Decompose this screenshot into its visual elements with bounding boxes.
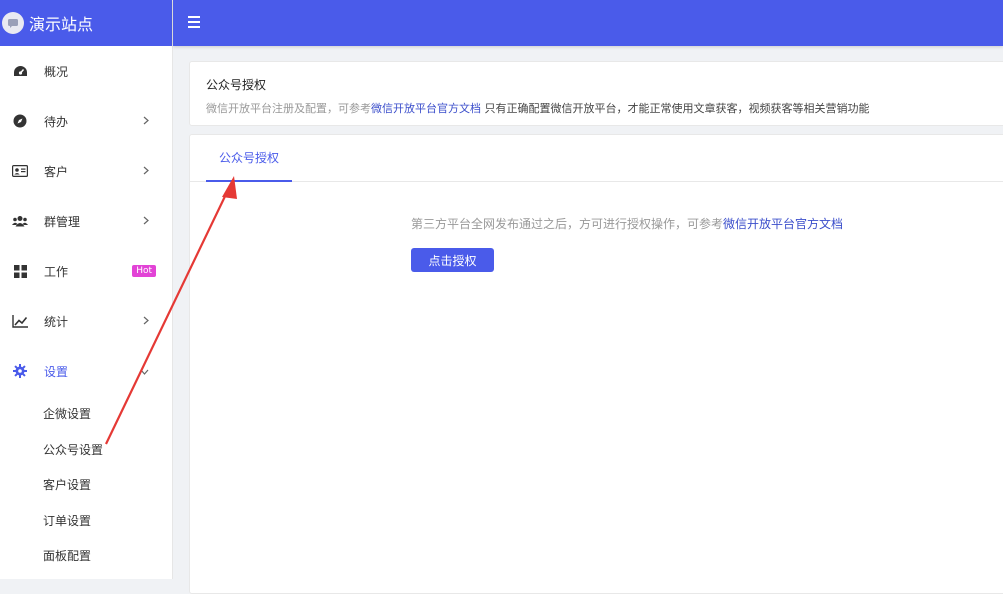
dashboard-icon	[12, 63, 28, 79]
sidebar-item-label: 设置	[44, 364, 69, 379]
sidebar-item-label: 客户	[44, 164, 69, 179]
brand-logo-icon	[2, 12, 24, 34]
id-card-icon	[12, 163, 28, 179]
chevron-right-icon	[143, 314, 149, 328]
brand-title: 演示站点	[29, 15, 94, 34]
chevron-right-icon	[143, 164, 149, 178]
tab-bar: 公众号授权	[190, 135, 1003, 182]
chevron-right-icon	[143, 114, 149, 128]
sidebar-item-settings[interactable]: 设置	[0, 346, 172, 396]
submenu-item-wecom-settings[interactable]: 企微设置	[0, 396, 172, 432]
hint-text: 第三方平台全网发布通过之后，方可进行授权操作，可参考	[411, 217, 724, 231]
submenu-item-panel-config[interactable]: 面板配置	[0, 538, 172, 574]
submenu-item-order-settings[interactable]: 订单设置	[0, 503, 172, 539]
compass-icon	[12, 113, 28, 129]
authorization-panel: 公众号授权 第三方平台全网发布通过之后，方可进行授权操作，可参考微信开放平台官方…	[189, 134, 1003, 594]
submenu-item-official-account-settings[interactable]: 公众号设置	[0, 432, 172, 468]
sidebar: 演示站点 概况 待办 客户 群管理 工作 Hot 统计 设置 企微设置 公众号设…	[0, 0, 173, 579]
notice-description: 微信开放平台注册及配置，可参考微信开放平台官方文档 只有正确配置微信开放平台，才…	[206, 100, 1003, 116]
authorization-hint: 第三方平台全网发布通过之后，方可进行授权操作，可参考微信开放平台官方文档	[411, 215, 843, 232]
sidebar-item-label: 统计	[44, 314, 69, 329]
sidebar-item-label: 群管理	[44, 214, 81, 229]
hot-badge: Hot	[132, 265, 156, 277]
notice-title: 公众号授权	[206, 78, 267, 92]
chevron-right-icon	[143, 214, 149, 228]
sidebar-item-todo[interactable]: 待办	[0, 96, 172, 146]
wechat-open-platform-doc-link[interactable]: 微信开放平台官方文档	[371, 102, 481, 115]
settings-submenu: 企微设置 公众号设置 客户设置 订单设置 面板配置	[0, 396, 172, 574]
chart-line-icon	[12, 313, 28, 329]
sidebar-item-group-management[interactable]: 群管理	[0, 196, 172, 246]
sidebar-item-overview[interactable]: 概况	[0, 46, 172, 96]
sidebar-item-label: 工作	[44, 264, 69, 279]
notice-desc-suffix: 只有正确配置微信开放平台，才能正常使用文章获客，视频获客等相关营销功能	[481, 102, 870, 115]
notice-desc-prefix: 微信开放平台注册及配置，可参考	[206, 102, 371, 115]
notice-card: 公众号授权 微信开放平台注册及配置，可参考微信开放平台官方文档 只有正确配置微信…	[189, 61, 1003, 126]
sidebar-item-customer[interactable]: 客户	[0, 146, 172, 196]
grid-icon	[12, 263, 28, 279]
users-icon	[12, 213, 28, 229]
sidebar-item-statistics[interactable]: 统计	[0, 296, 172, 346]
sidebar-menu: 概况 待办 客户 群管理 工作 Hot 统计 设置	[0, 46, 172, 396]
hint-doc-link[interactable]: 微信开放平台官方文档	[723, 217, 843, 231]
top-bar	[173, 0, 1003, 46]
authorize-button[interactable]: 点击授权	[411, 248, 494, 272]
sidebar-item-label: 待办	[44, 114, 69, 129]
sidebar-item-work[interactable]: 工作 Hot	[0, 246, 172, 296]
menu-toggle-icon[interactable]	[188, 16, 200, 28]
brand-header[interactable]: 演示站点	[0, 0, 172, 46]
gear-icon	[12, 363, 28, 379]
submenu-item-customer-settings[interactable]: 客户设置	[0, 467, 172, 503]
sidebar-item-label: 概况	[44, 64, 69, 79]
chevron-down-icon	[140, 364, 149, 378]
tab-official-account-authorization[interactable]: 公众号授权	[206, 135, 292, 182]
